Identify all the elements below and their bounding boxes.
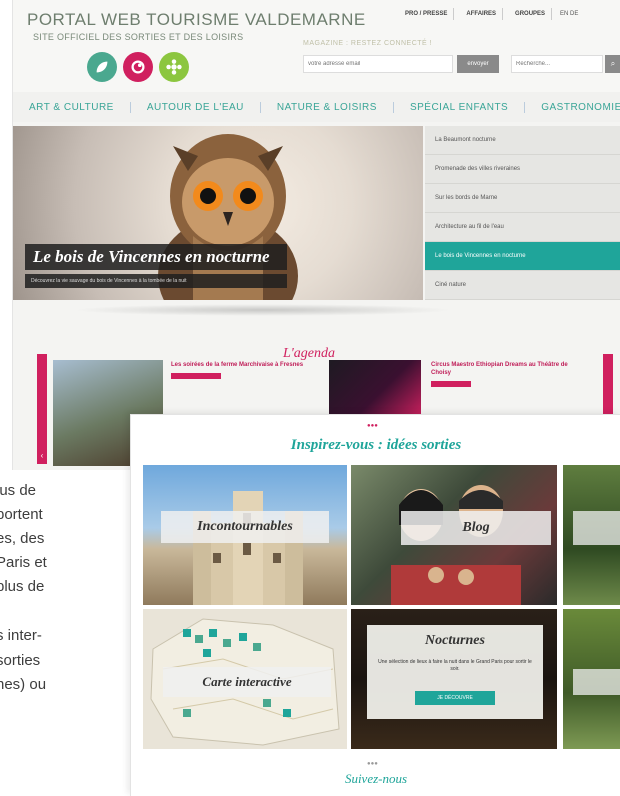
tile-nature-partial-2[interactable] bbox=[563, 609, 620, 749]
flower-icon bbox=[159, 52, 189, 82]
tile-label-partial bbox=[573, 669, 620, 695]
divider bbox=[73, 304, 453, 316]
tile-description: Une sélection de lieux à faire la nuit d… bbox=[378, 659, 532, 672]
agenda-tag bbox=[171, 372, 221, 379]
hero-menu-item[interactable]: Architecture au fil de l'eau bbox=[425, 213, 620, 242]
agenda-tag bbox=[431, 380, 471, 387]
chevron-right-icon[interactable] bbox=[603, 354, 613, 414]
top-links: PRO / PRESSE AFFAIRES GROUPES EN DE bbox=[399, 8, 580, 20]
article-line: nes) ou bbox=[0, 676, 47, 693]
logo-title: PORTAL WEB TOURISME VALDEMARNE bbox=[27, 10, 366, 29]
article-line: sorties bbox=[0, 652, 41, 669]
article-line: es, des bbox=[0, 530, 45, 547]
article-line: portent bbox=[0, 506, 43, 523]
nav-art-culture[interactable]: ART & CULTURE bbox=[13, 101, 131, 113]
chevron-left-icon[interactable]: ‹ bbox=[37, 354, 47, 464]
nav-nature-loisirs[interactable]: NATURE & LOISIRS bbox=[261, 101, 394, 113]
swirl-icon bbox=[123, 52, 153, 82]
hero-menu: La Beaumont nocturne Promenade des ville… bbox=[425, 126, 620, 300]
hero-menu-item[interactable]: Ciné nature bbox=[425, 271, 620, 300]
main-nav: ART & CULTURE AUTOUR DE L'EAU NATURE & L… bbox=[13, 92, 620, 122]
link-groupes[interactable]: GROUPES bbox=[509, 8, 553, 20]
search-input[interactable] bbox=[511, 55, 603, 73]
website-screenshot: PORTAL WEB TOURISME VALDEMARNE SITE OFFI… bbox=[12, 0, 620, 470]
nav-autour-eau[interactable]: AUTOUR DE L'EAU bbox=[131, 101, 261, 113]
tile-carte-interactive[interactable]: Carte interactive bbox=[143, 609, 347, 749]
search-icon[interactable]: ⌕ bbox=[605, 55, 620, 73]
newsletter-label: MAGAZINE : RESTEZ CONNECTÉ ! bbox=[303, 40, 433, 47]
agenda-item-text: Les soirées de la ferme Marchivaise à Fr… bbox=[171, 362, 304, 368]
article-line: s inter- bbox=[0, 627, 42, 644]
inspiration-panel: ●●● Inspirez-vous : idées sorties Incont… bbox=[130, 414, 620, 796]
tile-nature-partial[interactable] bbox=[563, 465, 620, 605]
nav-special-enfants[interactable]: SPÉCIAL ENFANTS bbox=[394, 101, 526, 113]
castle-image bbox=[193, 491, 303, 605]
agenda-title: L'agenda bbox=[283, 346, 335, 361]
article-line: plus de bbox=[0, 578, 45, 595]
agenda-item-text: Circus Maestro Ethiopian Dreams au Théât… bbox=[431, 362, 568, 376]
agenda-item-title[interactable]: Circus Maestro Ethiopian Dreams au Théât… bbox=[431, 362, 571, 390]
hero-menu-item[interactable]: Sur les bords de Marne bbox=[425, 184, 620, 213]
hero-subtitle: Découvrez la vie sauvage du bois de Vinc… bbox=[25, 274, 287, 288]
tile-label: Incontournables bbox=[161, 511, 329, 543]
tile-label: Carte interactive bbox=[163, 667, 331, 697]
hero-menu-item[interactable]: Promenade des villes riveraines bbox=[425, 155, 620, 184]
tile-blog[interactable]: Blog bbox=[351, 465, 557, 605]
hero-menu-item-active[interactable]: Le bois de Vincennes en nocturne bbox=[425, 242, 620, 271]
newsletter-email-input[interactable] bbox=[303, 55, 453, 73]
agenda-item-title[interactable]: Les soirées de la ferme Marchivaise à Fr… bbox=[171, 362, 311, 383]
decorative-dots: ●●● bbox=[367, 423, 378, 429]
tile-label-partial bbox=[573, 511, 620, 545]
hero-caption[interactable]: Le bois de Vincennes en nocturne bbox=[25, 244, 287, 270]
page: PORTAL WEB TOURISME VALDEMARNE SITE OFFI… bbox=[0, 0, 620, 796]
nav-gastronomie[interactable]: GASTRONOMIE bbox=[525, 102, 620, 113]
discover-button[interactable]: JE DÉCOUVRE bbox=[415, 691, 495, 705]
article-line: lus de bbox=[0, 482, 37, 499]
panel-title: Inspirez-vous : idées sorties bbox=[290, 437, 462, 453]
site-header: PORTAL WEB TOURISME VALDEMARNE SITE OFFI… bbox=[13, 0, 620, 92]
decorative-dots: ●●● bbox=[367, 761, 378, 767]
article-line: Paris et bbox=[0, 554, 47, 571]
tile-nocturnes[interactable]: Nocturnes Une sélection de lieux à faire… bbox=[351, 609, 557, 749]
newsletter-submit-button[interactable]: envoyer bbox=[457, 55, 499, 73]
logo[interactable]: PORTAL WEB TOURISME VALDEMARNE SITE OFFI… bbox=[27, 8, 365, 90]
tile-incontournables[interactable]: Incontournables bbox=[143, 465, 347, 605]
leaf-icon bbox=[87, 52, 117, 82]
logo-subtitle: SITE OFFICIEL DES SORTIES ET DES LOISIRS bbox=[33, 32, 244, 42]
follow-us-title: Suivez-nous bbox=[344, 771, 408, 786]
tile-label: Blog bbox=[401, 511, 551, 545]
logo-circles bbox=[87, 52, 189, 82]
hero-menu-item[interactable]: La Beaumont nocturne bbox=[425, 126, 620, 155]
link-affaires[interactable]: AFFAIRES bbox=[460, 8, 504, 20]
language-switch[interactable]: EN DE bbox=[558, 8, 580, 20]
hero-slider[interactable]: Le bois de Vincennes en nocturne Découvr… bbox=[13, 126, 423, 300]
agenda-image-circus[interactable] bbox=[329, 360, 421, 420]
link-pro-presse[interactable]: PRO / PRESSE bbox=[399, 8, 455, 20]
tile-label: Nocturnes bbox=[425, 633, 485, 648]
